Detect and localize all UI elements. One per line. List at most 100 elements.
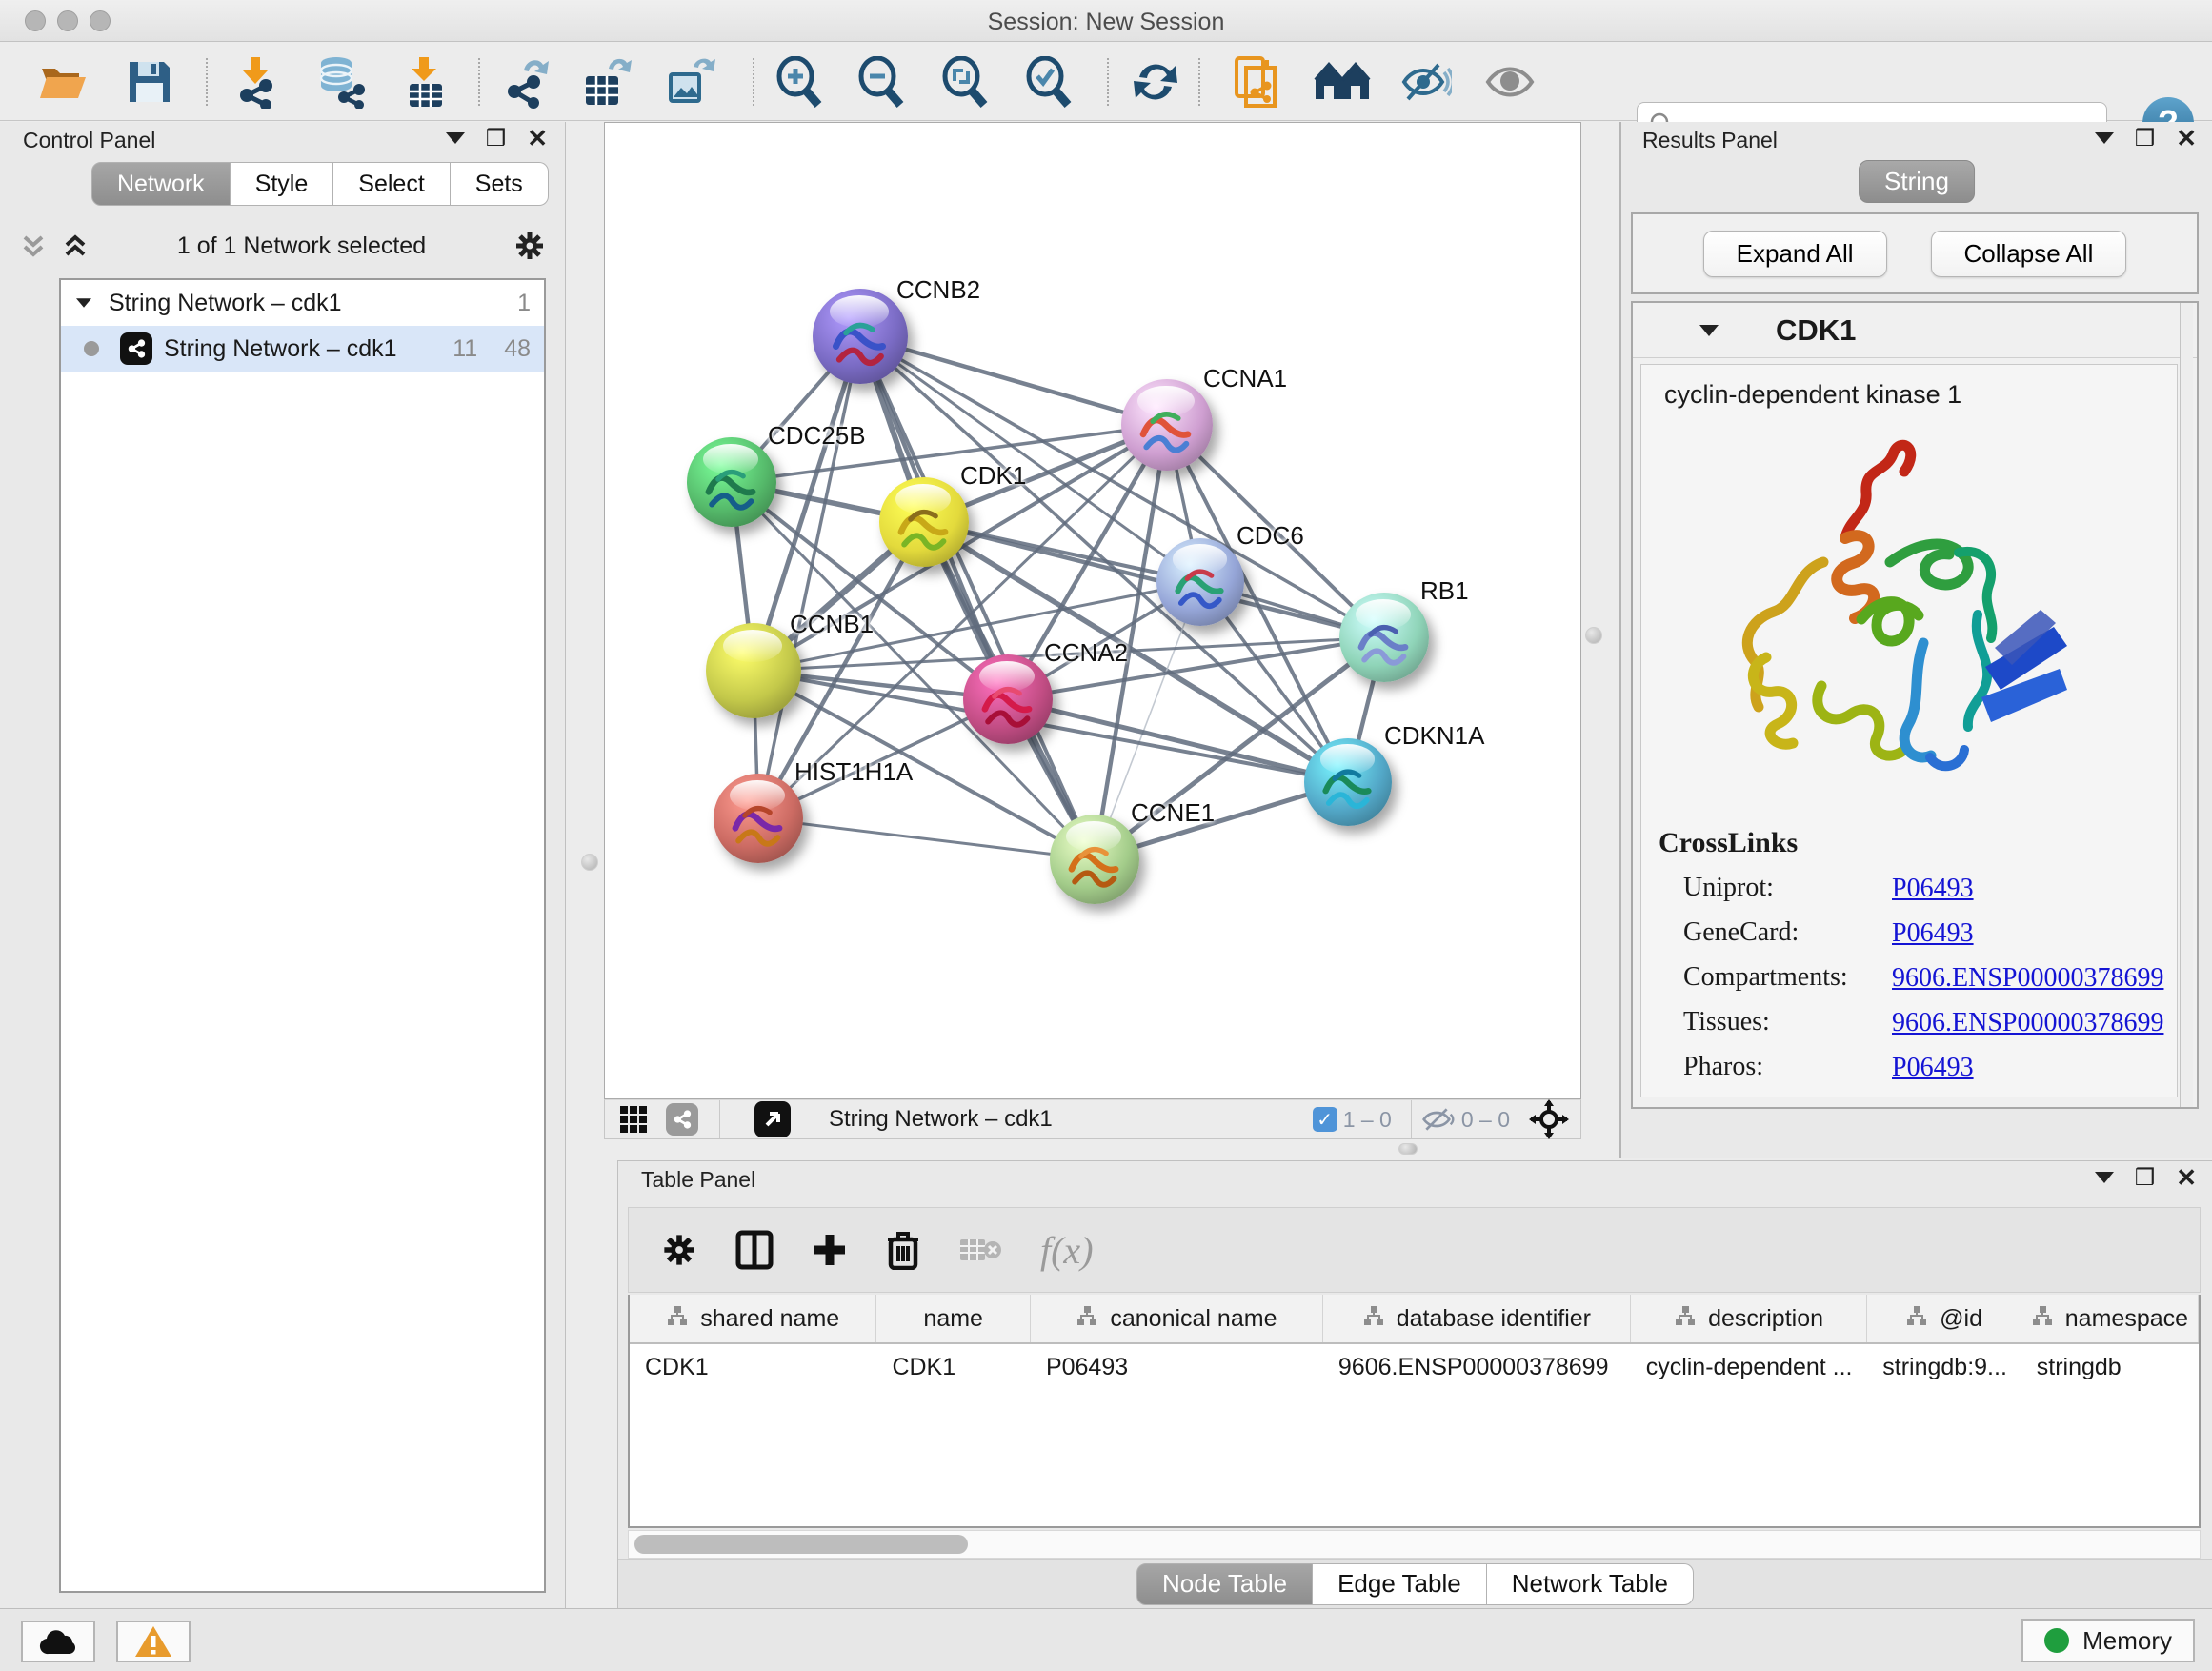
import-network-database-button[interactable] (311, 54, 370, 110)
export-table-button[interactable] (577, 54, 636, 110)
edge-CDK1-RB1[interactable] (924, 522, 1384, 637)
node-CDKN1A[interactable] (1304, 738, 1392, 826)
control-panel-title: Control Panel (23, 128, 155, 153)
column-header-shared-name[interactable]: shared name (630, 1295, 876, 1342)
node-CCNE1[interactable] (1050, 815, 1139, 904)
close-panel-icon[interactable]: ✕ (527, 124, 548, 153)
export-network-button[interactable] (497, 54, 556, 110)
tab-network[interactable]: Network (91, 162, 231, 206)
node-CDC25B[interactable] (687, 437, 776, 527)
panel-menu-icon[interactable] (446, 132, 465, 144)
crosslink-link[interactable]: 9606.ENSP00000378699 (1892, 1008, 2163, 1037)
first-neighbors-button[interactable] (1313, 54, 1372, 110)
crosslink-link[interactable]: P06493 (1892, 874, 1974, 903)
warnings-button[interactable] (116, 1621, 191, 1662)
hide-selected-button[interactable] (1397, 54, 1456, 110)
column-header-canonical-name[interactable]: canonical name (1031, 1295, 1323, 1342)
network-row[interactable]: String Network – cdk1 11 48 (61, 326, 544, 372)
table-cell[interactable]: cyclin-dependent ... (1631, 1344, 1868, 1392)
open-in-window-icon[interactable] (754, 1101, 791, 1137)
table-cell[interactable]: 9606.ENSP00000378699 (1323, 1344, 1631, 1392)
table-horizontal-scrollbar[interactable] (628, 1530, 2201, 1559)
tab-string[interactable]: String (1859, 160, 1975, 203)
hidden-eye-slash-icon[interactable] (1421, 1106, 1456, 1133)
node-CCNA1[interactable] (1121, 379, 1213, 471)
zoom-selected-button[interactable] (1019, 54, 1078, 110)
node-CCNA2[interactable] (963, 654, 1053, 744)
add-column-plus-icon[interactable] (812, 1232, 848, 1268)
birds-eye-view-icon[interactable] (618, 1104, 649, 1135)
node-CCNB1[interactable] (706, 623, 801, 718)
edge-HIST1H1A-CCNE1[interactable] (758, 818, 1095, 859)
table-cell[interactable]: CDK1 (630, 1344, 876, 1392)
close-panel-icon[interactable]: ✕ (2176, 124, 2197, 153)
node-RB1[interactable] (1339, 593, 1429, 682)
expand-all-icon[interactable] (61, 232, 90, 260)
float-panel-icon[interactable]: ❒ (486, 125, 507, 152)
crosslink-link[interactable]: P06493 (1892, 918, 1974, 948)
column-header-database-identifier[interactable]: database identifier (1323, 1295, 1631, 1342)
column-header-description[interactable]: description (1631, 1295, 1868, 1342)
collapse-section-icon[interactable] (1699, 325, 1719, 336)
panel-menu-icon[interactable] (2095, 1172, 2114, 1183)
tab-node-table[interactable]: Node Table (1136, 1563, 1313, 1605)
collapse-all-button[interactable]: Collapse All (1931, 231, 2127, 277)
memory-button[interactable]: Memory (2021, 1619, 2195, 1662)
gear-icon[interactable] (513, 230, 546, 262)
left-splitter-handle[interactable] (581, 854, 598, 871)
edge-CCNB2-HIST1H1A[interactable] (758, 336, 860, 818)
tab-sets[interactable]: Sets (451, 162, 549, 206)
horizontal-splitter-handle[interactable] (1398, 1143, 1418, 1155)
show-graphics-details-button[interactable] (1480, 54, 1539, 110)
refresh-button[interactable] (1126, 54, 1185, 110)
collapse-icon[interactable] (76, 298, 91, 308)
gene-section-header[interactable]: CDK1 (1633, 303, 2197, 358)
pan-crosshair-icon[interactable] (1529, 1099, 1569, 1139)
table-cell[interactable]: stringdb:9... (1867, 1344, 2021, 1392)
tab-network-table[interactable]: Network Table (1487, 1563, 1694, 1605)
zoom-in-button[interactable] (770, 54, 829, 110)
save-session-button[interactable] (120, 54, 179, 110)
float-panel-icon[interactable]: ❒ (2135, 1164, 2156, 1192)
close-panel-icon[interactable]: ✕ (2176, 1163, 2197, 1193)
network-canvas[interactable]: CCNB2CCNA1CDC25BCDK1CDC6RB1CCNB1CCNA2CDK… (604, 122, 1581, 1099)
tab-select[interactable]: Select (333, 162, 450, 206)
status-bar: Memory (0, 1608, 2212, 1671)
open-session-button[interactable] (34, 54, 93, 110)
selected-nodes-checkbox[interactable]: ✓ (1313, 1107, 1337, 1132)
right-splitter-handle[interactable] (1585, 627, 1602, 644)
node-HIST1H1A[interactable] (714, 774, 803, 863)
delete-column-trash-icon[interactable] (886, 1230, 920, 1270)
results-scrollbar[interactable] (2180, 303, 2193, 1107)
show-columns-icon[interactable] (735, 1230, 774, 1270)
node-CDK1[interactable] (879, 477, 969, 567)
crosslink-link[interactable]: 9606.ENSP00000378699 (1892, 963, 2163, 993)
zoom-fit-button[interactable] (935, 54, 995, 110)
collapse-all-icon[interactable] (19, 232, 48, 260)
node-CCNB2[interactable] (813, 289, 908, 384)
export-image-button[interactable] (661, 54, 720, 110)
cloud-button[interactable] (21, 1621, 95, 1662)
table-cell[interactable]: CDK1 (876, 1344, 1031, 1392)
column-header-@id[interactable]: @id (1867, 1295, 2021, 1342)
copy-style-button[interactable] (1227, 54, 1286, 110)
import-network-button[interactable] (227, 54, 286, 110)
network-collection-row[interactable]: String Network – cdk1 1 (61, 280, 544, 326)
crosslink-link[interactable]: P06493 (1892, 1053, 1974, 1082)
panel-menu-icon[interactable] (2095, 132, 2114, 144)
table-settings-gear-icon[interactable] (661, 1232, 697, 1268)
tab-edge-table[interactable]: Edge Table (1313, 1563, 1487, 1605)
float-panel-icon[interactable]: ❒ (2135, 125, 2156, 152)
import-table-button[interactable] (396, 54, 455, 110)
column-header-namespace[interactable]: namespace (2021, 1295, 2199, 1342)
table-cell[interactable]: P06493 (1031, 1344, 1323, 1392)
table-row[interactable]: CDK1CDK1P064939606.ENSP00000378699cyclin… (630, 1344, 2199, 1392)
zoom-out-button[interactable] (852, 54, 911, 110)
expand-all-button[interactable]: Expand All (1703, 231, 1887, 277)
tab-style[interactable]: Style (231, 162, 334, 206)
string-badge-icon[interactable] (666, 1103, 698, 1136)
column-header-name[interactable]: name (876, 1295, 1030, 1342)
node-CDC6[interactable] (1156, 538, 1244, 626)
table-cell[interactable]: stringdb (2021, 1344, 2199, 1392)
results-actions-box: Expand All Collapse All (1631, 212, 2199, 294)
